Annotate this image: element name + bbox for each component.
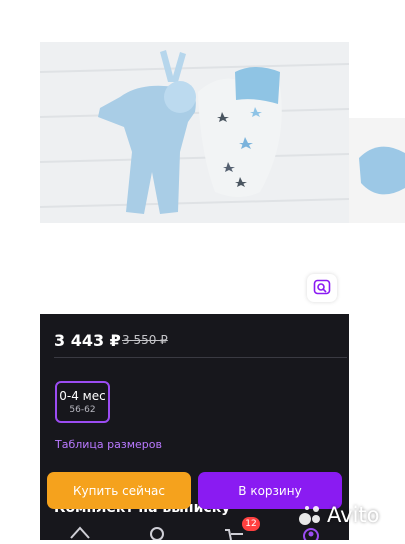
- old-price: 3 550 ₽: [122, 333, 168, 347]
- nav-home[interactable]: [67, 524, 93, 540]
- search-icon: [150, 527, 164, 541]
- size-table-link[interactable]: Таблица размеров: [55, 438, 162, 451]
- divider: [54, 357, 347, 358]
- price: 3 443 ₽: [54, 331, 121, 350]
- product-photo[interactable]: [40, 42, 349, 223]
- cart-count-badge: 12: [242, 517, 260, 531]
- size-label: 0-4 мес: [59, 388, 106, 403]
- nav-search[interactable]: [145, 524, 171, 541]
- avito-logo-icon: [299, 506, 320, 525]
- image-search-icon: [313, 279, 331, 295]
- buy-now-button[interactable]: Купить сейчас: [47, 472, 191, 509]
- next-photo-preview[interactable]: [349, 118, 405, 223]
- image-search-button[interactable]: [307, 274, 337, 302]
- home-icon: [70, 526, 90, 539]
- size-range: 56-62: [69, 404, 96, 415]
- watermark-text: Avito: [327, 503, 380, 527]
- size-option[interactable]: 0-4 мес 56-62: [55, 381, 110, 423]
- avito-watermark: Avito: [298, 500, 398, 530]
